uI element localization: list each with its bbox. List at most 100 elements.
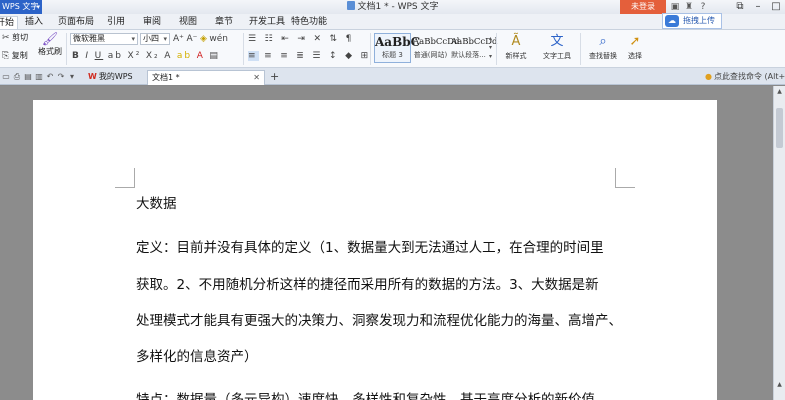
line-spacing-icon[interactable]: ↕ (329, 51, 340, 61)
export-icon[interactable]: ▥ (35, 72, 43, 82)
document-icon (346, 1, 355, 10)
tab-view[interactable]: 视图 (176, 16, 200, 28)
save-icon[interactable]: ▭ (2, 72, 10, 82)
numbered-list-icon[interactable]: ☷ (265, 34, 276, 44)
style-default-paragraph[interactable]: AaBbCcDd 默认段落... (450, 33, 497, 63)
scrollbar-thumb[interactable] (776, 108, 783, 148)
shading-icon[interactable]: ◆ (345, 51, 355, 61)
paragraph-line[interactable]: 多样化的信息资产） (136, 349, 258, 365)
bullet-list-icon[interactable]: ☰ (248, 34, 259, 44)
preview-icon[interactable]: ▤ (24, 72, 32, 82)
restore-icon[interactable]: ⧉ (731, 0, 749, 14)
text-tool-icon: 文 (550, 34, 564, 49)
font-size-tools: A⁺ A⁻ ◈ wén (173, 34, 228, 44)
style-gallery-scroll[interactable]: ▴ ▾ ▾ (489, 34, 492, 61)
document-workspace: 大数据 定义：目前并没有具体的定义（1、数据量大到无法通过人工，在合理的时间里 … (0, 86, 773, 400)
select-button[interactable]: ➚ 选择 (620, 33, 650, 61)
distribute-icon[interactable]: ☰ (312, 51, 323, 61)
shirt-icon[interactable]: ♜ (684, 2, 694, 12)
scroll-up-icon[interactable]: ▲ (774, 88, 785, 95)
outdent-icon[interactable]: ⇤ (281, 34, 292, 44)
scissors-icon: ✂ (2, 33, 10, 43)
divider (370, 33, 371, 65)
app-menu-button[interactable]: WPS 文字 ▾ (0, 0, 42, 14)
paragraph-line[interactable]: 定义：目前并没有具体的定义（1、数据量大到无法通过人工，在合理的时间里 (136, 240, 604, 256)
paragraph-title[interactable]: 大数据 (136, 196, 177, 212)
tab-references[interactable]: 引用 (104, 16, 128, 28)
upload-button[interactable]: ☁ 拖拽上传 (662, 13, 722, 29)
grow-font-icon[interactable]: A⁺ (173, 34, 184, 44)
subscript-icon[interactable]: X₂ (146, 51, 160, 61)
brush-icon: 🖌 (41, 32, 59, 47)
style-normal-web[interactable]: AaBbCcDd 普通(网站) (412, 33, 459, 63)
tab-review[interactable]: 审阅 (140, 16, 164, 28)
paragraph-line[interactable]: 处理模式才能具有更强大的决策力、洞察发现力和流程优化能力的海量、高增产、 (136, 313, 622, 329)
print-icon[interactable]: ⎙ (13, 72, 21, 82)
document-page[interactable]: 大数据 定义：目前并没有具体的定义（1、数据量大到无法通过人工，在合理的时间里 … (33, 100, 717, 400)
title-bar: WPS 文字 ▾ 文档1 * - WPS 文字 未登录 ▣ ♜ ? ⧉ – □ (0, 0, 785, 14)
strikethrough-icon[interactable]: ab (108, 51, 123, 61)
font-size-select[interactable]: 小四 ▾ (140, 33, 170, 45)
pinyin-icon[interactable]: wén (209, 34, 228, 44)
chevron-down-icon[interactable]: ▾ (68, 72, 76, 82)
scroll-down-icon[interactable]: ▲ (774, 381, 785, 388)
vertical-scrollbar[interactable]: ▲ ▲ (773, 86, 785, 400)
tab-insert[interactable]: 插入 (22, 16, 46, 28)
text-tool-button[interactable]: 文 文字工具 (538, 33, 576, 61)
align-right-icon[interactable]: ≡ (280, 51, 291, 61)
tab-developer[interactable]: 开发工具 (246, 16, 288, 28)
new-style-button[interactable]: Ã 新样式 (497, 33, 535, 61)
paragraph-line[interactable]: 特点：数据量（多元异构）速度快，多样性和复杂性，基于高度分析的新价值 (136, 392, 595, 400)
show-marks-icon[interactable]: ¶ (346, 34, 355, 44)
shrink-font-icon[interactable]: A⁻ (186, 34, 197, 44)
align-tools: ≡ ≡ ≡ ≣ ☰ ↕ ◆ ⊞ (248, 51, 371, 61)
undo-icon[interactable]: ↶ (46, 72, 54, 82)
font-style-tools: B I U ab X² X₂ A ab A ▤ (72, 51, 220, 61)
margin-mark-top-left (115, 168, 135, 188)
command-search[interactable]: ●点此查找命令 (Alt+Q) (705, 71, 785, 82)
char-border-icon[interactable]: A (164, 51, 172, 61)
paragraph-line[interactable]: 获取。2、不用随机分析这样的捷径而采用所有的数据的方法。3、大数据是新 (136, 277, 599, 293)
underline-icon[interactable]: U (95, 51, 104, 61)
superscript-icon[interactable]: X² (128, 51, 142, 61)
tab-chapter[interactable]: 章节 (212, 16, 236, 28)
cut-button[interactable]: ✂ 剪切 (2, 33, 28, 43)
skin-icon[interactable]: ▣ (670, 2, 680, 12)
new-tab-button[interactable]: + (270, 70, 279, 83)
close-icon[interactable]: ✕ (253, 71, 260, 84)
cursor-icon: ➚ (629, 34, 641, 49)
tab-home[interactable]: 开始 (0, 16, 19, 29)
maximize-icon[interactable]: □ (767, 0, 785, 14)
style-heading-3[interactable]: AaBbC 标题 3 (374, 33, 420, 63)
tab-page-layout[interactable]: 页面布局 (55, 16, 97, 28)
indent-icon[interactable]: ⇥ (297, 34, 308, 44)
highlight-icon[interactable]: ab (177, 51, 192, 61)
minimize-icon[interactable]: – (749, 0, 767, 14)
justify-icon[interactable]: ≣ (296, 51, 307, 61)
format-painter-button[interactable]: 🖌 格式刷 (38, 33, 62, 57)
cloud-icon: ☁ (665, 15, 679, 27)
char-shading-icon[interactable]: ▤ (209, 51, 220, 61)
login-button[interactable]: 未登录 (620, 0, 666, 14)
chevron-down-icon: ▾ (36, 3, 40, 11)
tab-document-1[interactable]: 文档1 * ✕ (147, 70, 265, 85)
wps-logo-icon: W (88, 72, 97, 81)
find-replace-button[interactable]: ⌕ 查找替换 (584, 33, 622, 61)
list-tools: ☰ ☷ ⇤ ⇥ ✕ ⇅ ¶ (248, 34, 354, 44)
font-name-select[interactable]: 微软雅黑 ▾ (70, 33, 138, 45)
help-icon[interactable]: ? (698, 2, 708, 12)
tab-special[interactable]: 特色功能 (288, 16, 330, 28)
bold-icon[interactable]: B (72, 51, 81, 61)
align-left-icon[interactable]: ≡ (248, 51, 259, 61)
chinese-layout-icon[interactable]: ✕ (313, 34, 324, 44)
font-color-icon[interactable]: A (197, 51, 205, 61)
sort-icon[interactable]: ⇅ (330, 34, 341, 44)
copy-button[interactable]: ⎘ 复制 (2, 51, 28, 61)
chevron-down-icon: ▾ (131, 35, 135, 43)
clear-format-icon[interactable]: ◈ (200, 34, 207, 44)
divider (66, 33, 67, 65)
align-center-icon[interactable]: ≡ (264, 51, 275, 61)
redo-icon[interactable]: ↷ (57, 72, 65, 82)
italic-icon[interactable]: I (85, 51, 90, 61)
tab-my-wps[interactable]: W 我的WPS (84, 70, 146, 85)
